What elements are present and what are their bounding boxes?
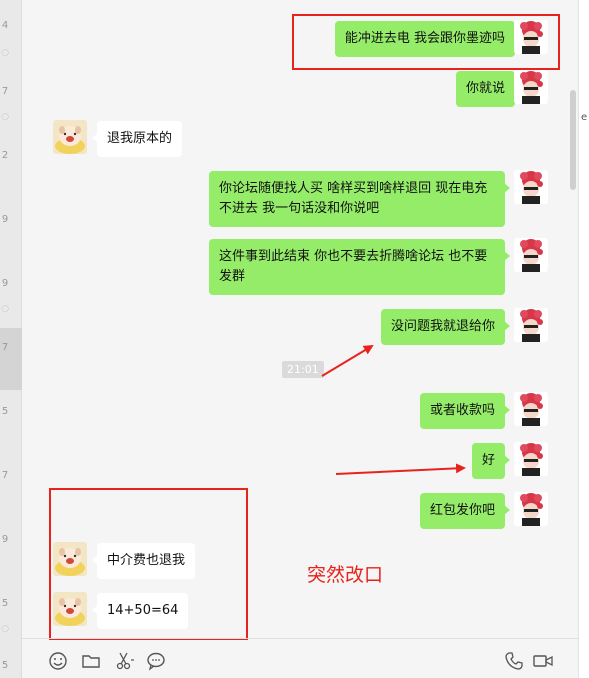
annotation-text: 突然改口 [307, 564, 384, 586]
emoji-icon[interactable] [47, 650, 69, 672]
video-icon[interactable] [532, 650, 554, 672]
arrow-to-refund-message [321, 344, 374, 377]
folder-icon[interactable] [80, 650, 102, 672]
scissors-icon[interactable] [113, 650, 135, 672]
arrow-to-ok-message [335, 463, 466, 475]
phone-icon[interactable] [503, 650, 525, 672]
chat-bubble-icon[interactable] [145, 650, 167, 672]
annotation-arrows [321, 344, 466, 475]
toolbar-divider [22, 638, 578, 639]
